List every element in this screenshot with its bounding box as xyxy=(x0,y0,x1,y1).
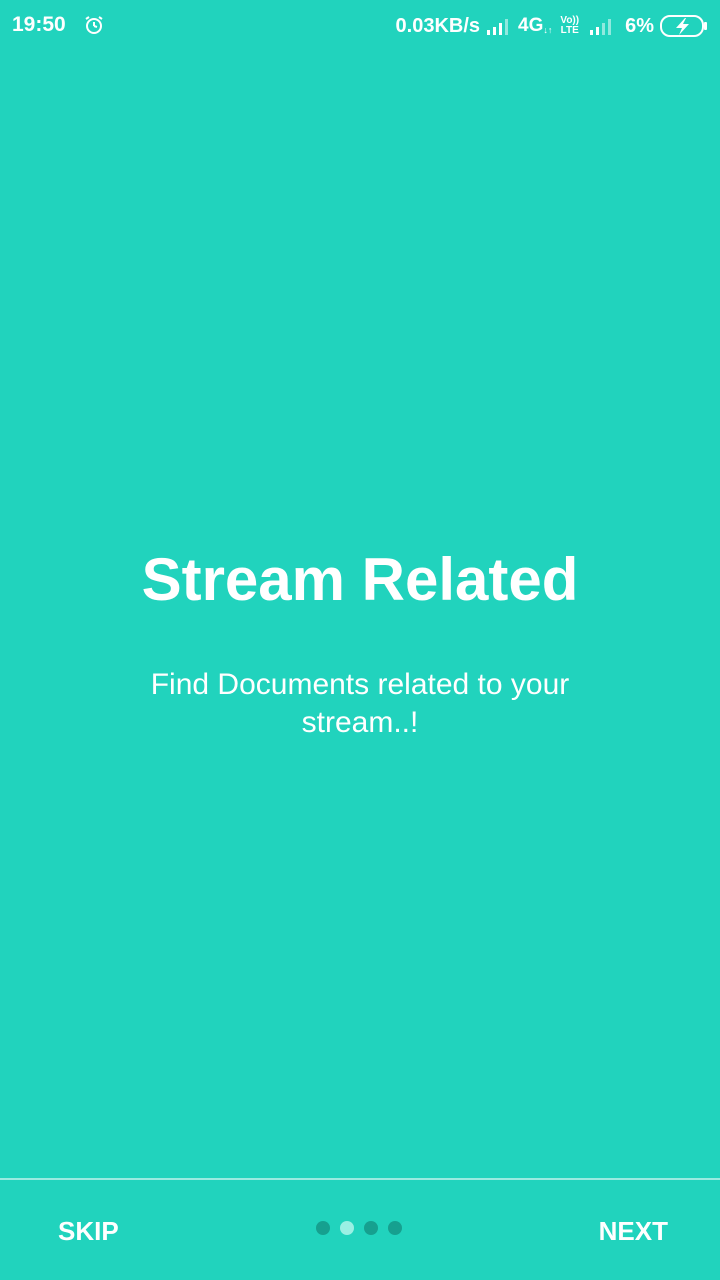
page-subtitle: Find Documents related to your stream..! xyxy=(150,668,570,739)
status-bar: 19:50 0.03KB/s 4G ↓↑ Vo)) LTE 6% xyxy=(0,0,720,52)
onboarding-content: Stream Related Find Documents related to… xyxy=(0,540,720,742)
page-indicator-dot xyxy=(316,1221,330,1235)
status-right-group: 0.03KB/s 4G ↓↑ Vo)) LTE 6% xyxy=(396,12,708,40)
page-title: Stream Related xyxy=(141,546,579,613)
network-activity-icon: ↓↑ xyxy=(543,25,553,35)
page-indicator xyxy=(316,1221,412,1235)
network-speed: 0.03KB/s xyxy=(395,14,481,37)
alarm-icon xyxy=(85,16,103,34)
signal-icon xyxy=(487,19,509,35)
next-button[interactable]: NEXT xyxy=(591,1212,676,1251)
battery-charging-icon xyxy=(660,15,707,37)
page-indicator-dot xyxy=(364,1221,378,1235)
network-type: 4G xyxy=(518,15,544,36)
signal-icon-2 xyxy=(590,19,612,35)
status-time: 19:50 xyxy=(12,13,66,36)
page-indicator-dot-active xyxy=(340,1221,354,1235)
volte-bottom-label: LTE xyxy=(560,25,579,36)
bottom-navigation-bar: SKIP NEXT xyxy=(0,1180,720,1280)
skip-button[interactable]: SKIP xyxy=(50,1212,127,1251)
battery-percent: 6% xyxy=(625,14,654,37)
page-indicator-dot xyxy=(388,1221,402,1235)
volte-icon: Vo)) LTE xyxy=(560,16,579,36)
